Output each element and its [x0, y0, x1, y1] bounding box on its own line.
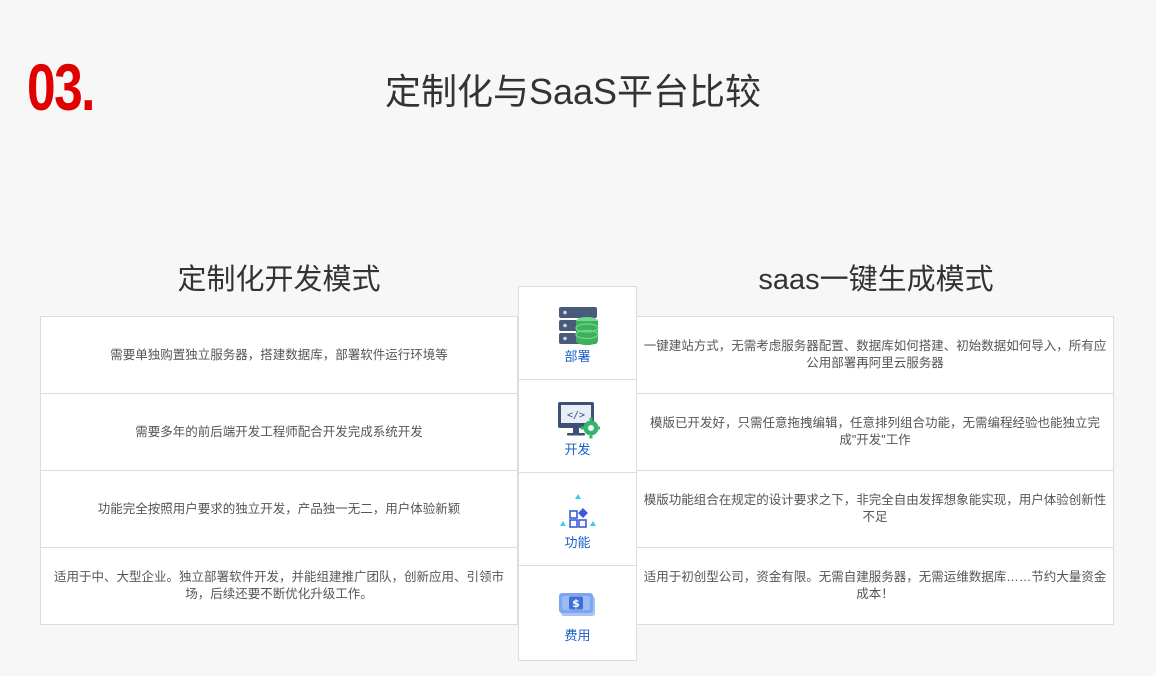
saas-table: 一键建站方式，无需考虑服务器配置、数据库如何搭建、初始数据如何导入，所有应公用部…: [636, 316, 1114, 625]
saas-deploy-cell: 一键建站方式，无需考虑服务器配置、数据库如何搭建、初始数据如何导入，所有应公用部…: [637, 317, 1113, 394]
category-function: 功能: [519, 473, 636, 566]
category-label: 部署: [564, 349, 591, 364]
page-title: 定制化与SaaS平台比较: [384, 71, 762, 112]
saas-dev-cell: 模版已开发好，只需任意拖拽编辑，任意排列组合功能，无需编程经验也能独立完成"开发…: [637, 394, 1113, 471]
server-database-icon: [558, 307, 599, 345]
svg-text:$: $: [572, 597, 580, 610]
monitor-code-gear-icon: </>: [557, 402, 600, 439]
left-column-title: 定制化开发模式: [177, 264, 381, 296]
right-column-title: saas一键生成模式: [758, 264, 994, 296]
category-develop: </> 开发: [519, 380, 636, 473]
svg-text:</>: </>: [566, 410, 584, 421]
custom-function-cell: 功能完全按照用户要求的独立开发，产品独一无二，用户体验新颖: [41, 471, 517, 548]
category-deploy: 部署: [519, 287, 636, 380]
custom-dev-table: 需要单独购置独立服务器，搭建数据库，部署软件运行环境等 需要多年的前后端开发工程…: [40, 316, 518, 625]
category-label: 开发: [564, 442, 591, 457]
custom-deploy-cell: 需要单独购置独立服务器，搭建数据库，部署软件运行环境等: [41, 317, 517, 394]
custom-dev-cell: 需要多年的前后端开发工程师配合开发完成系统开发: [41, 394, 517, 471]
function-blocks-icon: [559, 494, 596, 528]
money-bill-icon: $: [558, 593, 595, 616]
saas-cost-cell: 适用于初创型公司，资金有限。无需自建服务器，无需运维数据库……节约大量资金成本！: [643, 570, 1107, 601]
category-label: 费用: [564, 628, 591, 643]
category-cost: $ 费用: [519, 566, 636, 660]
category-label: 功能: [564, 535, 591, 550]
saas-function-cell: 模版功能组合在规定的设计要求之下，非完全自由发挥想象能实现，用户体验创新性不足: [637, 471, 1113, 548]
category-column: 部署 </> 开发 功能 $ 费用: [518, 286, 637, 661]
custom-cost-cell: 适用于中、大型企业。独立部署软件开发，并能组建推广团队，创新应用、引领市场，后续…: [53, 570, 504, 601]
